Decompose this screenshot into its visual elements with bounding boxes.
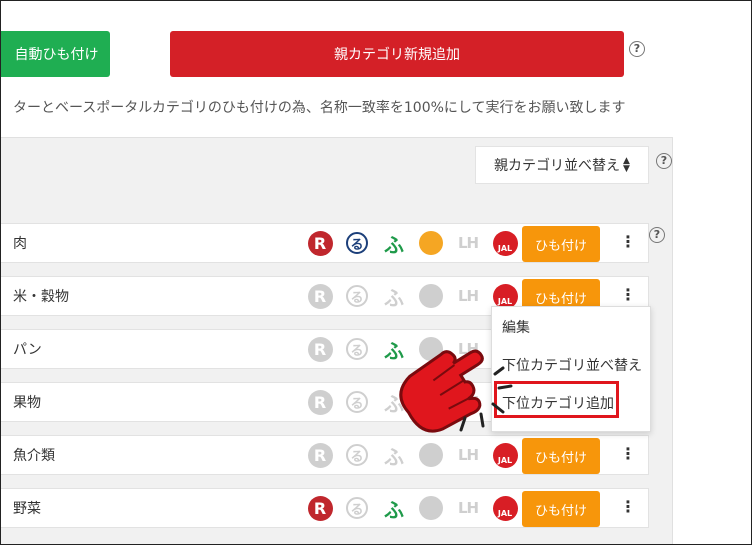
portal-icon-slot: R (307, 495, 333, 521)
jal-icon: JAL (492, 230, 518, 256)
pointing-hand-icon (399, 349, 513, 433)
portal-icon-slot: る (344, 336, 370, 362)
portal-icon-slot: LH (455, 283, 481, 309)
swirl-icon: る (346, 444, 368, 466)
portal-dot-icon (419, 443, 443, 467)
rakuten-icon: R (307, 389, 333, 415)
jal-icon: JAL (492, 495, 518, 521)
portal-icon-slot: る (344, 230, 370, 256)
portal-icon-slot: ふ (381, 283, 407, 310)
furusato-icon: ふ (384, 285, 404, 310)
more-menu-icon[interactable]: ⋮ (620, 444, 636, 463)
help-icon[interactable]: ? (629, 41, 645, 57)
more-menu-icon[interactable]: ⋮ (620, 232, 636, 251)
category-name: 果物 (13, 395, 41, 411)
portal-icon-slot: R (307, 283, 333, 309)
portal-icon-slot: る (344, 495, 370, 521)
furusato-icon: ふ (384, 497, 404, 522)
portal-icon-slot: LH (455, 495, 481, 521)
portal-icon-slot: る (344, 442, 370, 468)
portal-icon-slot: る (344, 389, 370, 415)
swirl-icon: る (346, 232, 368, 254)
lh-icon: LH (457, 234, 479, 252)
auto-link-button[interactable]: 自動ひも付け (1, 31, 110, 77)
portal-icons: Rるふ LH JAL (307, 494, 522, 522)
jal-icon: JAL (492, 442, 518, 468)
category-name: 魚介類 (13, 448, 55, 464)
portal-icon-slot: R (307, 336, 333, 362)
rakuten-icon: R (307, 495, 333, 521)
help-icon[interactable]: ? (649, 227, 665, 243)
lh-icon: LH (457, 446, 479, 464)
portal-icon-slot: LH (455, 230, 481, 256)
lh-icon: LH (457, 287, 479, 305)
rakuten-icon: R (307, 442, 333, 468)
portal-icon-slot: JAL (492, 230, 518, 256)
notice-text: ターとベースポータルカテゴリのひも付けの為、名称一致率を100%にして実行をお願… (13, 100, 626, 116)
parent-sort-label: 親カテゴリ並べ替え (494, 158, 621, 174)
portal-icon-slot: R (307, 389, 333, 415)
category-name: パン (13, 342, 42, 358)
jal-icon: JAL (492, 283, 518, 309)
portal-icon-slot: R (307, 230, 333, 256)
portal-icon-slot: ふ (381, 495, 407, 522)
portal-icons: Rるふ LH JAL (307, 282, 522, 310)
portal-icon-slot: ふ (381, 230, 407, 257)
menu-item-sort-subcategories[interactable]: 下位カテゴリ並べ替え (502, 355, 642, 375)
rakuten-icon: R (307, 336, 333, 362)
portal-icon-slot (418, 495, 444, 521)
swirl-icon: る (346, 338, 368, 360)
portal-icons: Rるふ LH JAL (307, 229, 522, 257)
more-menu-icon[interactable]: ⋮ (620, 285, 636, 304)
portal-dot-icon (419, 284, 443, 308)
category-name: 米・穀物 (13, 289, 69, 305)
category-row: 魚介類 R るふ LH JAL ひも付け ⋮ (1, 435, 649, 475)
portal-icon-slot: R (307, 442, 333, 468)
rakuten-icon: R (307, 283, 333, 309)
category-row: 野菜 R るふ LH JAL ひも付け ⋮ (1, 488, 649, 528)
swirl-icon: る (346, 497, 368, 519)
lh-icon: LH (457, 499, 479, 517)
portal-icon-slot: JAL (492, 495, 518, 521)
portal-dot-icon (419, 496, 443, 520)
add-parent-category-button[interactable]: 親カテゴリ新規追加 (170, 31, 624, 77)
rakuten-icon: R (307, 230, 333, 256)
app-window: 自動ひも付け 親カテゴリ新規追加 ? ターとベースポータルカテゴリのひも付けの為… (0, 0, 752, 545)
parent-sort-button[interactable]: 親カテゴリ並べ替え ▲ ▼ (475, 146, 649, 184)
help-icon[interactable]: ? (656, 153, 672, 169)
furusato-icon: ふ (384, 232, 404, 257)
portal-icon-slot: る (344, 283, 370, 309)
link-button[interactable]: ひも付け (522, 491, 600, 527)
category-name: 野菜 (13, 501, 41, 517)
category-row: 肉 R るふ LH JAL ひも付け ⋮ (1, 223, 649, 263)
sort-arrows-icon: ▲ ▼ (623, 156, 630, 174)
swirl-icon: る (346, 285, 368, 307)
link-button[interactable]: ひも付け (522, 226, 600, 262)
swirl-icon: る (346, 391, 368, 413)
category-name: 肉 (13, 236, 27, 252)
portal-icon-slot (418, 283, 444, 309)
more-menu-icon[interactable]: ⋮ (620, 497, 636, 516)
portal-dot-icon (419, 231, 443, 255)
portal-icon-slot (418, 230, 444, 256)
link-button[interactable]: ひも付け (522, 438, 600, 474)
